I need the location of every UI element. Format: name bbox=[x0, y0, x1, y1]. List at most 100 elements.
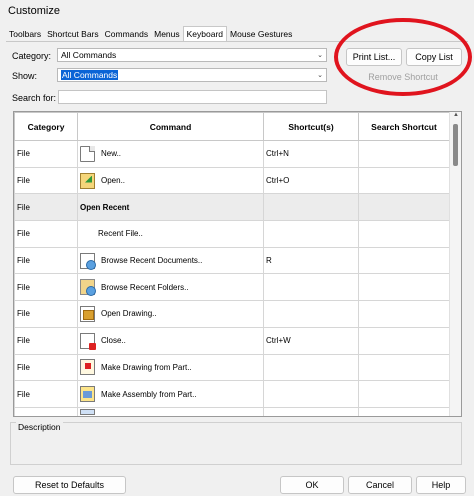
cell-category: File bbox=[14, 220, 78, 248]
show-value: All Commands bbox=[61, 70, 119, 80]
search-label: Search for: bbox=[12, 93, 57, 103]
command-label: Recent File.. bbox=[98, 229, 143, 239]
cell-command: Browse Recent Folders.. bbox=[77, 273, 264, 302]
cell-shortcut[interactable]: Ctrl+W bbox=[263, 326, 359, 355]
cell-search-shortcut bbox=[358, 300, 450, 328]
category-value: All Commands bbox=[61, 50, 117, 60]
ok-button[interactable]: OK bbox=[280, 476, 344, 494]
cell-category: File bbox=[14, 140, 78, 168]
cell-category: File bbox=[14, 326, 78, 355]
table-row[interactable]: File New.. Ctrl+N bbox=[14, 140, 450, 168]
window-title: Customize bbox=[8, 5, 60, 17]
description-label: Description bbox=[16, 422, 63, 432]
scroll-up-icon[interactable]: ▲ bbox=[450, 112, 461, 122]
cell-shortcut[interactable] bbox=[263, 406, 359, 416]
chevron-down-icon: ⌄ bbox=[317, 72, 323, 79]
column-header-category[interactable]: Category bbox=[14, 112, 78, 141]
cell-search-shortcut bbox=[358, 380, 450, 408]
cell-command: Open.. bbox=[77, 166, 264, 195]
cell-command: Make Assembly from Part.. bbox=[77, 380, 264, 408]
tab-toolbars[interactable]: Toolbars bbox=[6, 27, 44, 42]
cell-search-shortcut bbox=[358, 406, 450, 416]
cell-search-shortcut bbox=[358, 166, 450, 195]
reset-to-defaults-button[interactable]: Reset to Defaults bbox=[13, 476, 126, 494]
cell-command: Open Recent bbox=[77, 193, 264, 222]
command-label: New.. bbox=[101, 149, 122, 159]
command-label: Open Drawing.. bbox=[101, 309, 157, 319]
cell-category: File bbox=[14, 300, 78, 328]
cell-command: Browse Recent Documents.. bbox=[77, 246, 264, 275]
tab-menus[interactable]: Menus bbox=[151, 27, 183, 42]
command-label: Close.. bbox=[101, 336, 126, 346]
cell-category: File bbox=[14, 193, 78, 222]
tab-mouse-gestures[interactable]: Mouse Gestures bbox=[227, 27, 295, 42]
cell-command: Make Drawing from Part.. bbox=[77, 353, 264, 382]
scrollbar-thumb[interactable] bbox=[453, 124, 458, 166]
table-row[interactable] bbox=[14, 406, 450, 416]
table-row[interactable]: File Make Assembly from Part.. bbox=[14, 380, 450, 408]
close-document-icon bbox=[80, 332, 96, 350]
shortcut-grid: Category Command Shortcut(s) Search Shor… bbox=[13, 111, 462, 417]
cell-shortcut[interactable] bbox=[263, 380, 359, 408]
cell-category: File bbox=[14, 166, 78, 195]
cell-command bbox=[77, 406, 264, 416]
column-header-search-shortcut[interactable]: Search Shortcut bbox=[358, 112, 450, 141]
cell-search-shortcut bbox=[358, 326, 450, 355]
table-header-row: Category Command Shortcut(s) Search Shor… bbox=[14, 112, 450, 141]
cell-shortcut[interactable]: Ctrl+N bbox=[263, 140, 359, 168]
tab-strip: Toolbars Shortcut Bars Commands Menus Ke… bbox=[6, 26, 295, 42]
command-label: Browse Recent Folders.. bbox=[101, 282, 189, 292]
cancel-button[interactable]: Cancel bbox=[348, 476, 412, 494]
cell-command: Close.. bbox=[77, 326, 264, 355]
cell-search-shortcut bbox=[358, 220, 450, 248]
table-row[interactable]: File Open.. Ctrl+O bbox=[14, 166, 450, 195]
cell-search-shortcut bbox=[358, 353, 450, 382]
new-document-icon bbox=[80, 145, 95, 162]
cell-search-shortcut bbox=[358, 193, 450, 222]
tab-keyboard[interactable]: Keyboard bbox=[182, 26, 228, 42]
tab-commands[interactable]: Commands bbox=[102, 27, 151, 42]
command-label: Make Assembly from Part.. bbox=[101, 389, 197, 399]
cell-category bbox=[14, 406, 78, 416]
show-dropdown[interactable]: All Commands ⌄ bbox=[57, 68, 327, 82]
recent-documents-icon bbox=[80, 252, 96, 270]
cell-category: File bbox=[14, 273, 78, 302]
search-input[interactable] bbox=[58, 90, 327, 104]
vertical-scrollbar[interactable]: ▲ bbox=[449, 112, 461, 416]
cell-search-shortcut bbox=[358, 273, 450, 302]
cell-command: Open Drawing.. bbox=[77, 300, 264, 328]
column-header-shortcuts[interactable]: Shortcut(s) bbox=[263, 112, 359, 141]
table-row[interactable]: File Open Drawing.. bbox=[14, 300, 450, 328]
description-group: Description bbox=[10, 422, 462, 465]
tab-shortcut-bars[interactable]: Shortcut Bars bbox=[44, 27, 102, 42]
cell-shortcut[interactable]: Ctrl+O bbox=[263, 166, 359, 195]
cell-shortcut[interactable] bbox=[263, 220, 359, 248]
table-row[interactable]: File Close.. Ctrl+W bbox=[14, 326, 450, 355]
category-label: Category: bbox=[12, 51, 52, 61]
make-drawing-icon bbox=[80, 359, 95, 376]
show-label: Show: bbox=[12, 71, 38, 81]
chevron-down-icon: ⌄ bbox=[317, 52, 323, 59]
cell-command: New.. bbox=[77, 140, 264, 168]
recent-folders-icon bbox=[80, 279, 96, 297]
cell-shortcut[interactable] bbox=[263, 273, 359, 302]
command-label: Make Drawing from Part.. bbox=[101, 362, 192, 372]
column-header-command[interactable]: Command bbox=[77, 112, 264, 141]
cell-shortcut[interactable] bbox=[263, 300, 359, 328]
cell-shortcut[interactable]: R bbox=[263, 246, 359, 275]
table-row[interactable]: File Make Drawing from Part.. bbox=[14, 353, 450, 382]
annotation-circle bbox=[334, 18, 472, 96]
table-group-row[interactable]: File Open Recent bbox=[14, 193, 450, 222]
cell-search-shortcut bbox=[358, 140, 450, 168]
help-button[interactable]: Help bbox=[416, 476, 466, 494]
cell-shortcut bbox=[263, 193, 359, 222]
category-dropdown[interactable]: All Commands ⌄ bbox=[57, 48, 327, 62]
cell-shortcut[interactable] bbox=[263, 353, 359, 382]
table-row[interactable]: File Recent File.. bbox=[14, 220, 450, 248]
partial-row-icon bbox=[80, 408, 95, 415]
table-row[interactable]: File Browse Recent Folders.. bbox=[14, 273, 450, 302]
make-assembly-icon bbox=[80, 386, 95, 403]
cell-category: File bbox=[14, 380, 78, 408]
command-label: Open.. bbox=[101, 176, 126, 186]
table-row[interactable]: File Browse Recent Documents.. R bbox=[14, 246, 450, 275]
